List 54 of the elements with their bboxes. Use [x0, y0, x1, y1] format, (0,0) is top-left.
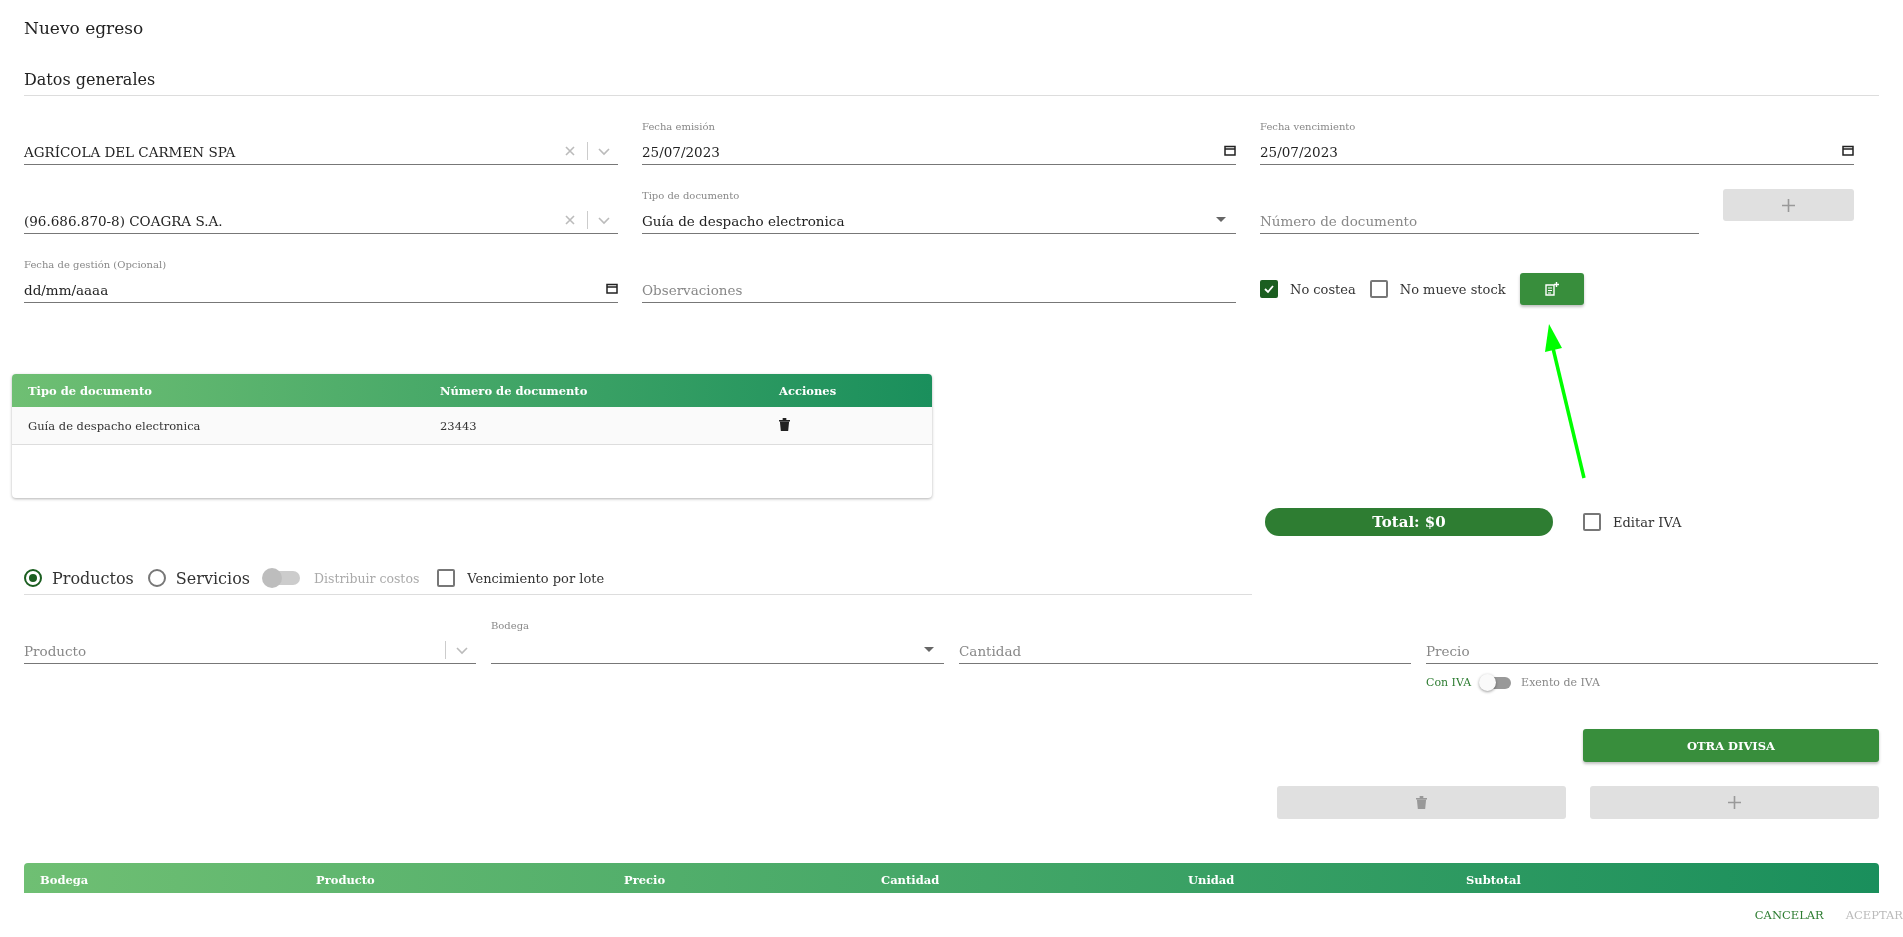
select-field[interactable]: Bodega: [491, 618, 944, 664]
checkbox[interactable]: [1260, 280, 1278, 298]
column-header: Número de documento: [440, 383, 589, 398]
checkbox[interactable]: [1583, 513, 1601, 531]
column-header: Precio: [624, 873, 667, 887]
other-currency-button[interactable]: OTRA DIVISA: [1583, 729, 1879, 762]
select-field[interactable]: Producto: [24, 618, 476, 664]
note-add-icon: [1543, 281, 1560, 297]
caret-down-icon[interactable]: [1216, 217, 1226, 222]
trash-icon: [1416, 796, 1427, 809]
checkbox[interactable]: [437, 569, 456, 587]
toggle-label: Exento de IVA: [1521, 676, 1600, 689]
checkbox-label: Editar IVA: [1613, 514, 1682, 530]
section-title: Datos generales: [24, 70, 1879, 96]
caret-down-icon[interactable]: [924, 647, 934, 652]
column-header: Tipo de documento: [28, 383, 153, 398]
input-field[interactable]: Número de documento: [1260, 188, 1699, 234]
cancel-button[interactable]: CANCELAR: [1754, 908, 1824, 922]
select-field[interactable]: Tipo de documento Guía de despacho electronica: [642, 188, 1236, 234]
calendar-icon[interactable]: [1224, 144, 1236, 156]
add-note-button[interactable]: [1519, 273, 1584, 305]
radio-button[interactable]: [24, 569, 42, 587]
checkbox-label: No mueve stock: [1399, 281, 1506, 297]
column-header: Acciones: [779, 383, 838, 398]
table-cell-text: Guía de despacho electronica: [28, 418, 202, 433]
input-field[interactable]: Precio: [1426, 618, 1878, 664]
calendar-icon[interactable]: [1842, 144, 1854, 156]
toggle-label: Con IVA: [1426, 676, 1472, 689]
checkbox-label: Vencimiento por lote: [467, 570, 605, 586]
trash-icon[interactable]: [779, 417, 790, 431]
total-badge: Total: $0: [1265, 508, 1553, 536]
radio-label: Servicios: [175, 568, 250, 588]
toggle-switch[interactable]: [1481, 676, 1512, 689]
date-field[interactable]: Fecha de gestión (Opcional) dd/mm/aaaa: [24, 257, 618, 303]
table-cell-text: 23443: [440, 418, 478, 433]
column-header: Unidad: [1188, 873, 1236, 887]
date-field[interactable]: Fecha vencimiento 25/07/2023: [1260, 119, 1854, 165]
column-header: Producto: [316, 873, 376, 887]
check-icon: [1263, 283, 1275, 295]
column-header: Bodega: [40, 873, 90, 887]
column-header: Cantidad: [881, 873, 941, 887]
input-field[interactable]: Observaciones: [642, 257, 1236, 303]
radio-label: Productos: [52, 568, 134, 588]
date-field[interactable]: Fecha emisión 25/07/2023: [642, 119, 1236, 165]
calendar-icon[interactable]: [606, 282, 618, 294]
input-field[interactable]: Cantidad: [959, 618, 1411, 664]
plus-icon: [1782, 198, 1795, 212]
column-header: Subtotal: [1466, 873, 1522, 887]
checkbox-label: No costea: [1290, 281, 1356, 297]
plus-icon: [1728, 796, 1741, 809]
checkbox[interactable]: [1369, 280, 1388, 298]
page-title: Nuevo egreso: [24, 17, 145, 40]
radio-button[interactable]: [147, 569, 166, 587]
toggle-label: Distribuir costos: [314, 570, 420, 586]
